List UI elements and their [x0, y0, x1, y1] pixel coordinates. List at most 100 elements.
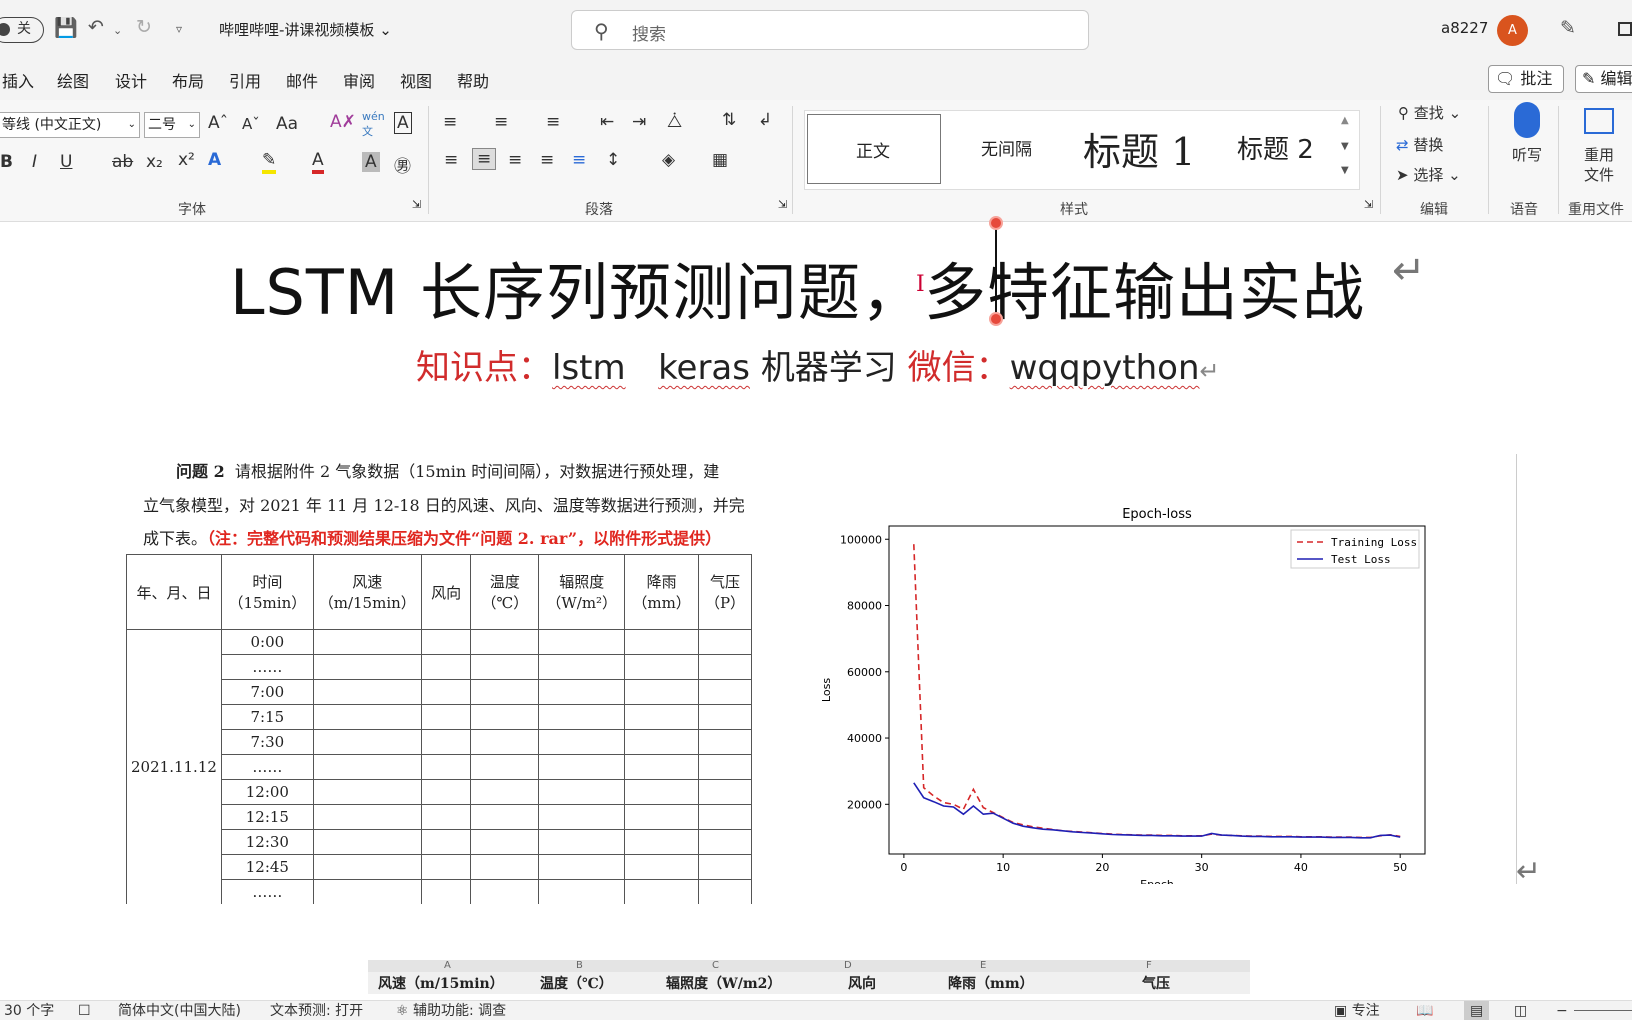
zoom-slider[interactable]	[1574, 1010, 1632, 1011]
change-case-icon[interactable]: Aa	[276, 114, 298, 134]
styles-more-icon[interactable]: ▼	[1341, 165, 1349, 176]
style-heading1[interactable]: 标题 1	[1083, 121, 1195, 176]
superscript-icon[interactable]: x²	[178, 150, 195, 170]
align-right-icon[interactable]: ≡	[508, 150, 522, 170]
font-dialog-launcher-icon[interactable]: ⇲	[412, 198, 421, 211]
clear-format-icon[interactable]: A✗	[330, 112, 356, 132]
comment-button[interactable]: 🗨 批注	[1488, 65, 1564, 93]
cell-time: 12:00	[220, 779, 314, 805]
sort-icon[interactable]: ⇅	[722, 110, 736, 130]
menu-view[interactable]: 视图	[400, 68, 432, 92]
reuse-files-icon[interactable]	[1584, 108, 1614, 134]
user-name[interactable]: a8227	[1441, 19, 1488, 37]
underline-icon[interactable]: U	[60, 152, 72, 172]
menu-draw[interactable]: 绘图	[57, 68, 89, 92]
epoch-loss-chart[interactable]: Epoch-loss Epoch Loss 0 10 20 30 40 50 20000 40000…	[812, 494, 1452, 884]
strikethrough-icon[interactable]: ab	[112, 152, 133, 172]
find-button[interactable]: ⚲ 查找 ⌄	[1398, 102, 1461, 123]
italic-icon[interactable]: I	[32, 152, 37, 172]
borders-icon[interactable]: ▦	[712, 150, 728, 170]
menu-mailings[interactable]: 邮件	[286, 68, 318, 92]
window-icon[interactable]	[1618, 22, 1632, 36]
undo-icon[interactable]: ↶	[88, 16, 104, 38]
save-icon[interactable]: 💾	[54, 16, 78, 39]
autosave-label: 关	[17, 21, 31, 37]
phonetic-guide-icon[interactable]: wén 文	[362, 110, 385, 139]
knowledge-line[interactable]: 知识点：lstm keras 机器学习 微信：wqqpython↵	[416, 340, 1220, 389]
font-color-icon[interactable]: A	[312, 150, 324, 174]
microphone-icon[interactable]	[1514, 102, 1540, 138]
font-size-select[interactable]: 二号 ⌄	[144, 112, 200, 138]
char-border-icon[interactable]: A	[394, 112, 412, 134]
multilevel-list-icon[interactable]: ≡	[546, 112, 560, 132]
styles-scroll-up-icon[interactable]: ▲	[1341, 115, 1349, 126]
shading-icon[interactable]: ◈	[662, 150, 675, 170]
grow-font-icon[interactable]: Aˆ	[208, 113, 228, 133]
text-direction-icon[interactable]: ⧊	[667, 112, 682, 132]
accessibility-status[interactable]: ⚛ 辅助功能: 调查	[396, 1001, 506, 1020]
selection-handle-bottom[interactable]	[989, 312, 1003, 326]
styles-dialog-launcher-icon[interactable]: ⇲	[1364, 198, 1373, 211]
line-spacing-icon[interactable]: ↕	[606, 150, 620, 170]
document-canvas[interactable]: LSTM 长序列预测问题，多特征输出实战 I ↵ 知识点：lstm keras …	[0, 216, 1632, 1000]
pen-icon[interactable]: ✎	[1560, 17, 1576, 39]
highlight-icon[interactable]: ✎	[262, 150, 277, 174]
language-status[interactable]: 简体中文(中国大陆)	[118, 1001, 241, 1020]
divider	[1558, 106, 1559, 214]
replace-button[interactable]: ⇄ 替换	[1396, 134, 1443, 155]
menu-design[interactable]: 设计	[115, 68, 147, 92]
customize-qat-icon[interactable]: ▿	[176, 22, 182, 36]
paragraph-dialog-launcher-icon[interactable]: ⇲	[778, 198, 787, 211]
style-normal[interactable]: 正文	[807, 114, 941, 184]
xl-temp: 温度（℃）	[540, 976, 613, 992]
web-layout-icon[interactable]: ◫	[1514, 1001, 1527, 1020]
align-left-icon[interactable]: ≡	[444, 150, 458, 170]
styles-scroll-down-icon[interactable]: ▼	[1341, 141, 1349, 152]
zoom-out-icon[interactable]: −	[1556, 1001, 1568, 1020]
proofing-icon[interactable]: ☐	[78, 1001, 91, 1020]
subscript-icon[interactable]: x₂	[146, 152, 163, 172]
text-prediction-status[interactable]: 文本预测: 打开	[270, 1001, 363, 1020]
document-title[interactable]: 哔哩哔哩-讲课视频模板 ⌄	[219, 19, 392, 40]
justify-icon[interactable]: ≡	[540, 150, 554, 170]
cell-time: 7:00	[220, 679, 314, 705]
char-shading-icon[interactable]: A	[362, 152, 380, 172]
numbering-icon[interactable]: ≡	[494, 112, 508, 132]
shrink-font-icon[interactable]: Aˇ	[242, 115, 260, 133]
align-center-icon[interactable]: ≡	[472, 148, 497, 170]
selection-handle-top[interactable]	[989, 216, 1003, 230]
reuse-files-label[interactable]: 文件	[1584, 164, 1614, 185]
autosave-toggle[interactable]: 关	[0, 17, 44, 43]
reuse-label[interactable]: 重用	[1584, 144, 1614, 165]
enclose-char-icon[interactable]: ㊚	[394, 152, 411, 177]
edit-mode-button[interactable]: ✎ 编辑	[1575, 65, 1632, 93]
undo-dropdown-icon[interactable]: ⌄	[113, 24, 122, 37]
distributed-icon[interactable]: ≡	[572, 150, 586, 170]
increase-indent-icon[interactable]: ⇥	[632, 112, 646, 132]
menu-help[interactable]: 帮助	[457, 68, 489, 92]
avatar[interactable]: A	[1497, 15, 1528, 46]
font-name-select[interactable]: 等线 (中文正文) ⌄	[0, 112, 140, 138]
read-mode-icon[interactable]: 📖	[1416, 1001, 1433, 1020]
text-effects-icon[interactable]: A	[208, 150, 221, 170]
bold-icon[interactable]: B	[0, 152, 13, 172]
document-heading[interactable]: LSTM 长序列预测问题，多特征输出实战	[230, 242, 1365, 332]
x-tick-label: 40	[1294, 861, 1308, 874]
style-no-spacing[interactable]: 无间隔	[981, 135, 1032, 160]
redo-icon[interactable]: ↻	[136, 16, 152, 38]
menu-insert[interactable]: 插入	[2, 68, 34, 92]
focus-button[interactable]: ▣ 专注	[1334, 1001, 1380, 1020]
print-layout-icon[interactable]: ▤	[1464, 1001, 1490, 1020]
bullets-icon[interactable]: ≡	[443, 112, 457, 132]
menu-references[interactable]: 引用	[229, 68, 261, 92]
dictate-label[interactable]: 听写	[1512, 144, 1542, 165]
search-box[interactable]: ⚲ 搜索	[571, 10, 1089, 50]
decrease-indent-icon[interactable]: ⇤	[600, 112, 614, 132]
word-count[interactable]: 30 个字	[4, 1001, 54, 1020]
menu-layout[interactable]: 布局	[172, 68, 204, 92]
paragraph-mark-icon: ↵	[1392, 248, 1426, 294]
select-button[interactable]: ➤ 选择 ⌄	[1396, 164, 1461, 185]
style-heading2[interactable]: 标题 2	[1237, 129, 1314, 166]
menu-review[interactable]: 审阅	[343, 68, 375, 92]
show-marks-icon[interactable]: ↲	[758, 110, 772, 130]
